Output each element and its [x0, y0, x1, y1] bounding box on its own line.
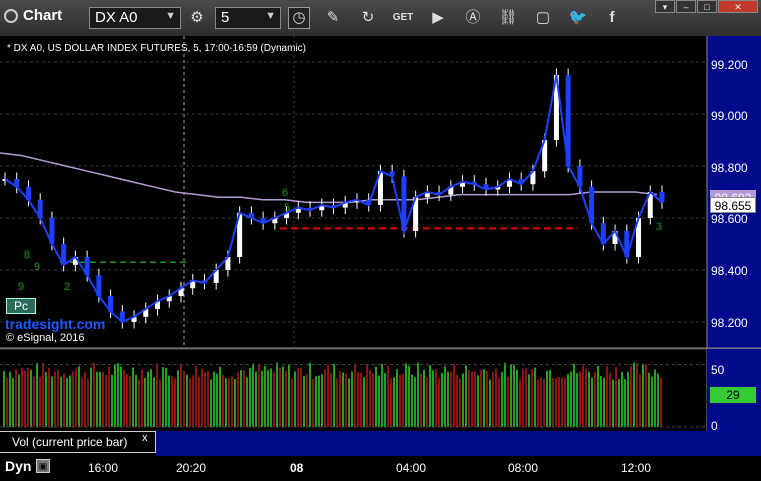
setup-count-label: 3	[656, 221, 662, 233]
last-price-flag: 98.655	[710, 197, 756, 213]
chart-settings-icon[interactable]	[4, 9, 18, 23]
x-tick-label: 20:20	[176, 461, 207, 475]
y-tick-label: 98.200	[711, 316, 748, 330]
brand-watermark: tradesight.com	[5, 316, 106, 332]
pencil-icon[interactable]: ✎	[322, 7, 344, 29]
toolbar: Chart DX A0 ▼ ⚙ 5 ▼ ◷ ✎ ↻ GET ▶ Ⓐ ⛓ ▢ 🐦 f …	[0, 0, 761, 37]
axis-mode-button[interactable]: Dyn	[5, 458, 31, 474]
symbol-value: DX A0	[95, 9, 138, 26]
comment-icon[interactable]: ▢	[532, 7, 554, 29]
lock-icon[interactable]: ▣	[36, 459, 50, 473]
y-tick-label: 98.400	[711, 264, 748, 278]
settings-icon[interactable]: ⚙	[186, 7, 208, 29]
y-tick-label: 99.000	[711, 109, 748, 123]
pc-label[interactable]: Pc	[6, 298, 36, 314]
interval-input[interactable]: 5 ▼	[215, 7, 281, 29]
interval-value: 5	[221, 9, 230, 26]
chart-header: * DX A0, US DOLLAR INDEX FUTURES, 5, 17:…	[7, 43, 306, 54]
x-tick-label: 08:00	[508, 461, 539, 475]
volume-last-flag: 29	[710, 387, 756, 403]
setup-count-label: 8	[24, 249, 30, 261]
volume-tick-label: 50	[711, 363, 725, 377]
setup-count-label: 2	[64, 281, 70, 293]
twitter-icon[interactable]: 🐦	[567, 7, 589, 29]
app-title-text: Chart	[23, 7, 63, 24]
alert-icon[interactable]: Ⓐ	[462, 7, 484, 29]
pin-icon[interactable]: ▾	[655, 0, 675, 13]
volume-tick-label: 0	[711, 419, 718, 433]
get-icon[interactable]: GET	[392, 7, 414, 29]
chevron-down-icon[interactable]: ▼	[265, 10, 276, 22]
volume-study-tab[interactable]: Vol (current price bar) x	[0, 431, 156, 453]
chart-canvas[interactable]: 65899 23	[0, 36, 761, 456]
close-study-icon[interactable]: x	[142, 432, 148, 444]
setup-count-label: 5	[284, 202, 290, 214]
x-tick-label: 04:00	[396, 461, 427, 475]
app-title: Chart	[4, 7, 62, 24]
chevron-down-icon[interactable]: ▼	[165, 10, 176, 22]
setup-count-label: 9	[34, 261, 40, 273]
maximize-icon[interactable]: □	[697, 0, 717, 13]
link-icon[interactable]: ⛓	[497, 7, 519, 29]
y-tick-label: 98.800	[711, 161, 748, 175]
symbol-input[interactable]: DX A0 ▼	[89, 7, 181, 29]
volume-bottom-strip	[156, 431, 707, 456]
close-icon[interactable]: ✕	[718, 0, 758, 13]
y-tick-label: 99.200	[711, 58, 748, 72]
setup-count-label: 9	[18, 281, 24, 293]
volume-bars	[3, 362, 662, 427]
x-tick-label: 16:00	[88, 461, 119, 475]
clock-icon[interactable]: ◷	[288, 7, 310, 29]
y-tick-label: 98.600	[711, 212, 748, 226]
copyright-text: © eSignal, 2016	[6, 332, 85, 344]
volume-study-label: Vol (current price bar)	[12, 435, 128, 449]
play-icon[interactable]: ▶	[427, 7, 449, 29]
setup-count-label: 6	[282, 187, 288, 199]
refresh-icon[interactable]: ↻	[357, 7, 379, 29]
x-tick-label: 12:00	[621, 461, 652, 475]
x-tick-label: 08	[290, 461, 304, 475]
minimize-icon[interactable]: –	[676, 0, 696, 13]
facebook-icon[interactable]: f	[601, 7, 623, 29]
